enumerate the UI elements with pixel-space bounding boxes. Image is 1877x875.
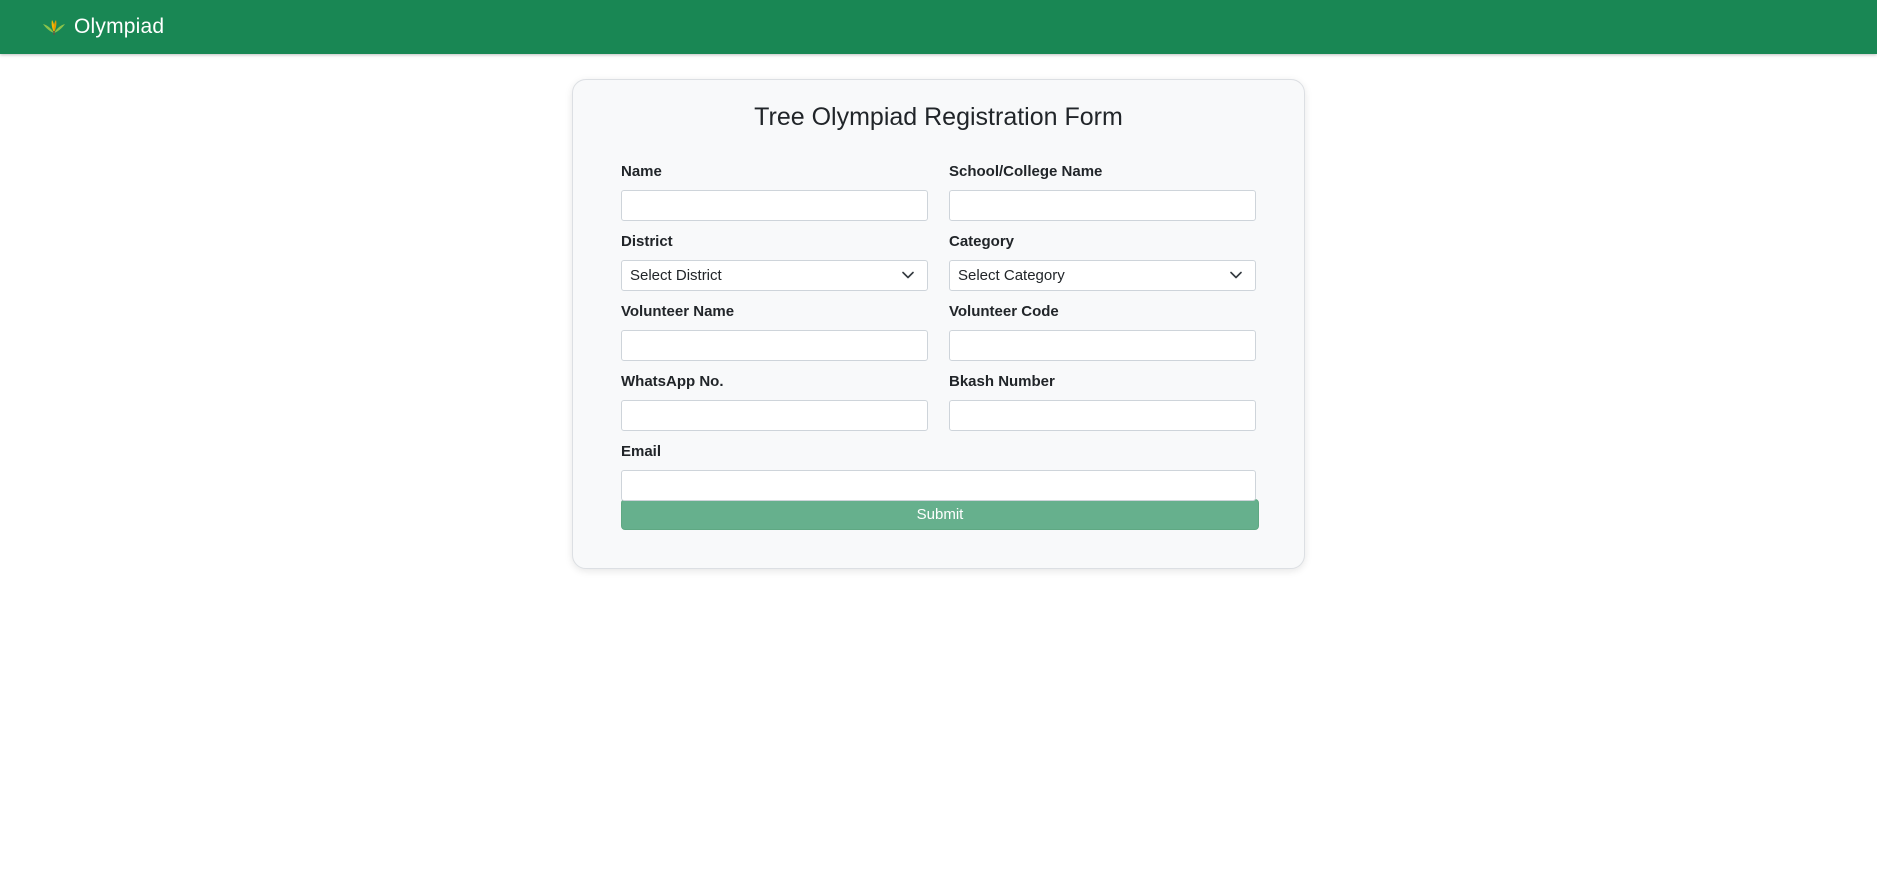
whatsapp-field-group: WhatsApp No.	[621, 373, 928, 443]
form-row: Volunteer Name Volunteer Code	[621, 303, 1256, 373]
registration-form-card: Tree Olympiad Registration Form Name Sch…	[572, 79, 1305, 569]
form-title: Tree Olympiad Registration Form	[754, 103, 1123, 131]
category-label: Category	[949, 233, 1015, 250]
brand-link[interactable]: Olympiad	[43, 15, 164, 39]
top-navbar: Olympiad	[0, 0, 1877, 54]
email-field-group: Email	[621, 443, 1256, 513]
chevron-down-icon	[902, 270, 914, 280]
volunteer-name-label: Volunteer Name	[621, 303, 735, 320]
bkash-field-group: Bkash Number	[949, 373, 1256, 443]
name-input[interactable]	[621, 190, 928, 221]
leaf-logo-icon	[43, 19, 65, 35]
form-row: District Select District Category Select…	[621, 233, 1256, 303]
brand-title: Olympiad	[74, 15, 165, 38]
form-row: Email	[621, 443, 1256, 513]
district-selected-value: Select District	[630, 267, 722, 284]
bkash-input[interactable]	[949, 400, 1256, 431]
registration-form: Name School/College Name District Select…	[621, 163, 1259, 530]
name-label: Name	[621, 163, 662, 180]
volunteer-code-field-group: Volunteer Code	[949, 303, 1256, 373]
category-select[interactable]: Select Category	[949, 260, 1256, 291]
form-row: Name School/College Name	[621, 163, 1256, 233]
district-select[interactable]: Select District	[621, 260, 928, 291]
form-row: WhatsApp No. Bkash Number	[621, 373, 1256, 443]
category-selected-value: Select Category	[958, 267, 1065, 284]
volunteer-name-field-group: Volunteer Name	[621, 303, 928, 373]
whatsapp-input[interactable]	[621, 400, 928, 431]
chevron-down-icon	[1230, 270, 1242, 280]
volunteer-code-input[interactable]	[949, 330, 1256, 361]
school-field-group: School/College Name	[949, 163, 1256, 233]
whatsapp-label: WhatsApp No.	[621, 373, 724, 390]
volunteer-name-input[interactable]	[621, 330, 928, 361]
volunteer-code-label: Volunteer Code	[949, 303, 1059, 320]
name-field-group: Name	[621, 163, 928, 233]
district-field-group: District Select District	[621, 233, 928, 303]
school-label: School/College Name	[949, 163, 1103, 180]
email-input[interactable]	[621, 470, 1256, 501]
bkash-label: Bkash Number	[949, 373, 1055, 390]
category-field-group: Category Select Category	[949, 233, 1256, 303]
district-label: District	[621, 233, 673, 250]
school-input[interactable]	[949, 190, 1256, 221]
email-label: Email	[621, 443, 662, 460]
